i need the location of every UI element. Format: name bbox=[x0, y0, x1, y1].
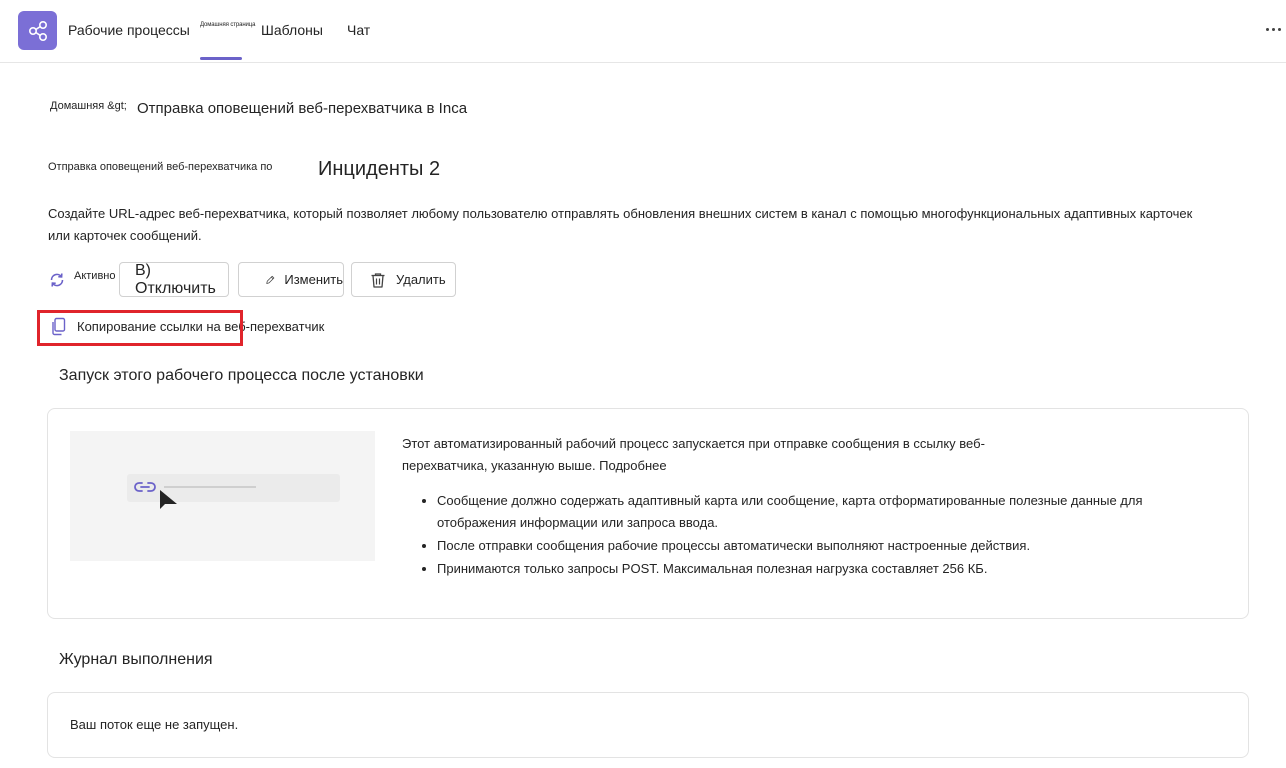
app-title: Рабочие процессы bbox=[68, 22, 190, 38]
log-section-title: Журнал выполнения bbox=[59, 651, 213, 668]
edit-button-label: Изменить bbox=[284, 272, 343, 287]
list-item: Принимаются только запросы POST. Максима… bbox=[437, 558, 1177, 580]
tab-chat[interactable]: Чат bbox=[347, 22, 370, 38]
delete-button[interactable]: Удалить bbox=[351, 262, 456, 297]
disable-button[interactable]: В) Отключить bbox=[119, 262, 229, 297]
list-item: После отправки сообщения рабочие процесс… bbox=[437, 535, 1177, 557]
list-item: Сообщение должно содержать адаптивный ка… bbox=[437, 490, 1177, 534]
breadcrumb-home[interactable]: Домашняя &gt; bbox=[50, 100, 127, 112]
edit-button[interactable]: Изменить bbox=[238, 262, 344, 297]
more-horizontal-icon[interactable] bbox=[1266, 28, 1282, 34]
page-title: Отправка оповещений веб-перехватчика в I… bbox=[137, 100, 468, 117]
run-log-empty: Ваш поток еще не запущен. bbox=[70, 717, 239, 732]
pencil-icon bbox=[266, 275, 275, 284]
share-nodes-icon bbox=[28, 20, 47, 41]
delete-button-label: Удалить bbox=[396, 272, 446, 287]
run-info-text: Этот автоматизированный рабочий процесс … bbox=[402, 436, 985, 473]
illustration-line bbox=[164, 486, 256, 488]
run-info-list: Сообщение должно содержать адаптивный ка… bbox=[420, 490, 1177, 581]
workflow-subtitle: Отправка оповещений веб-перехватчика по bbox=[48, 161, 273, 173]
workflow-description: Создайте URL-адрес веб-перехватчика, кот… bbox=[48, 206, 1193, 243]
cursor-icon bbox=[160, 490, 177, 509]
link-icon bbox=[134, 482, 156, 492]
app-header: Рабочие процессы Домашняя страница Шабло… bbox=[0, 0, 1286, 63]
trash-icon bbox=[371, 272, 385, 288]
status-label: Активно bbox=[74, 270, 116, 282]
team-name: Инциденты 2 bbox=[318, 158, 441, 180]
workflows-app-icon[interactable] bbox=[18, 11, 57, 50]
tab-templates[interactable]: Шаблоны bbox=[261, 22, 323, 38]
active-tab-indicator bbox=[200, 57, 242, 60]
tab-home[interactable]: Домашняя страница bbox=[200, 22, 255, 28]
run-section-title: Запуск этого рабочего процесса после уст… bbox=[59, 367, 424, 384]
sync-icon bbox=[50, 273, 64, 287]
highlight-box bbox=[37, 310, 243, 346]
disable-button-label: В) Отключить bbox=[135, 261, 216, 297]
